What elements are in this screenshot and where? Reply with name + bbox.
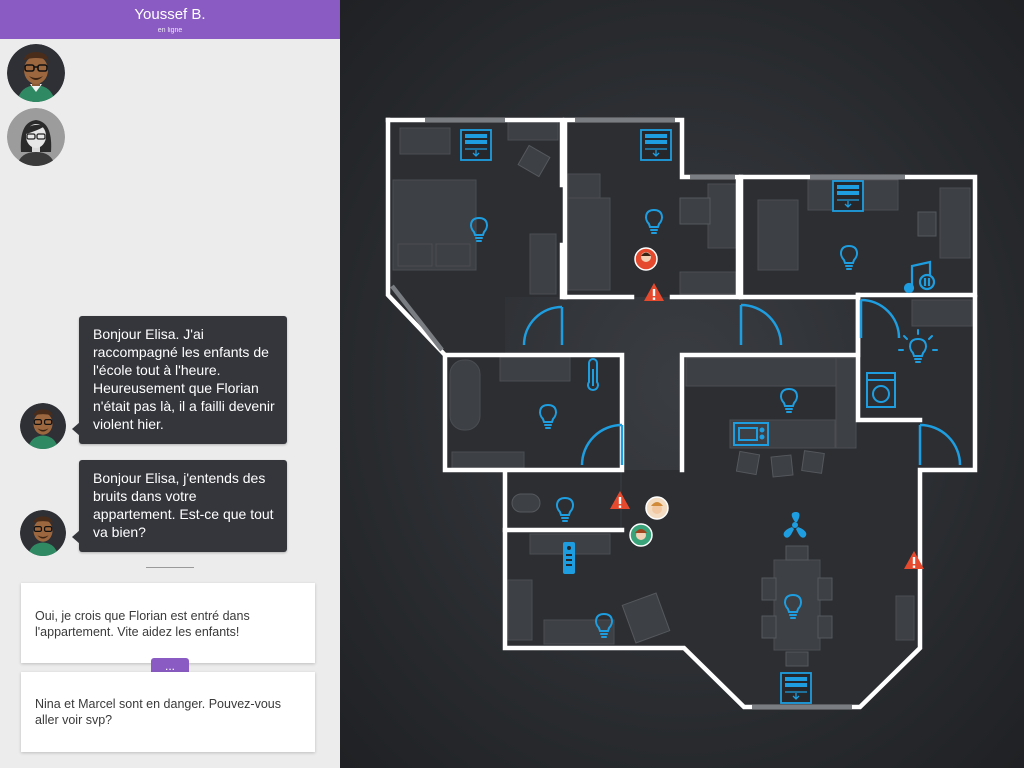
app: Youssef B. en ligne Bonjour Elisa. J'ai … bbox=[0, 0, 1024, 768]
message-avatar bbox=[20, 510, 66, 556]
window-shutter-icon[interactable] bbox=[460, 129, 492, 161]
message-bubble: Bonjour Elisa. J'ai raccompagné les enfa… bbox=[72, 316, 287, 444]
reply-option[interactable]: Nina et Marcel sont en danger. Pouvez-vo… bbox=[21, 672, 315, 752]
message-text: Bonjour Elisa, j'entends des bruits dans… bbox=[93, 470, 274, 540]
divider bbox=[146, 567, 194, 568]
reply-option-text: Nina et Marcel sont en danger. Pouvez-vo… bbox=[35, 697, 281, 727]
avatar-youssef-small bbox=[20, 403, 66, 449]
avatar-elisa[interactable] bbox=[7, 108, 65, 166]
person-marker-child-2[interactable] bbox=[629, 523, 653, 547]
window-shutter-icon[interactable] bbox=[780, 672, 812, 704]
floor-plan bbox=[340, 0, 1024, 768]
message-text: Bonjour Elisa. J'ai raccompagné les enfa… bbox=[93, 326, 275, 432]
avatar-elisa-image bbox=[7, 108, 65, 166]
person-marker-child-1[interactable] bbox=[645, 496, 669, 520]
reply-option[interactable]: Oui, je crois que Florian est entré dans… bbox=[21, 583, 315, 663]
chat-panel: Youssef B. en ligne Bonjour Elisa. J'ai … bbox=[0, 0, 340, 768]
avatar-youssef[interactable] bbox=[7, 44, 65, 102]
contact-name: Youssef B. bbox=[134, 6, 206, 23]
message-avatar bbox=[20, 403, 66, 449]
reply-option-text: Oui, je crois que Florian est entré dans… bbox=[35, 609, 250, 639]
message-bubble: Bonjour Elisa, j'entends des bruits dans… bbox=[72, 460, 287, 552]
window-shutter-icon[interactable] bbox=[640, 129, 672, 161]
person-marker-florian[interactable] bbox=[634, 247, 658, 271]
window-shutter-icon[interactable] bbox=[832, 180, 864, 212]
avatar-youssef-small bbox=[20, 510, 66, 556]
remote-control-icon[interactable] bbox=[563, 542, 575, 574]
floor-plan-map bbox=[340, 0, 1024, 768]
chat-header: Youssef B. en ligne bbox=[0, 0, 340, 39]
avatar-youssef-image bbox=[7, 44, 65, 102]
contact-status: en ligne bbox=[157, 27, 183, 34]
